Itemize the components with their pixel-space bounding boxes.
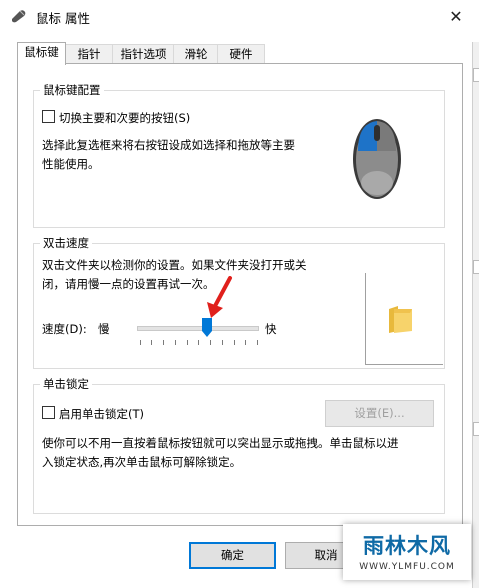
tab-wheel[interactable]: 滑轮 [173,44,219,64]
click-lock-description: 使你可以不用一直按着鼠标按钮就可以突出显示或拖拽。单击鼠标以进 入锁定状态,再次… [42,436,399,469]
window-title: 鼠标 属性 [36,11,90,26]
checkbox-box[interactable] [42,110,55,123]
mouse-illustration [353,119,401,199]
switch-buttons-checkbox[interactable]: 切换主要和次要的按钮(S) [42,110,190,126]
switch-buttons-label: 切换主要和次要的按钮(S) [59,111,191,125]
checkbox-box[interactable] [42,406,55,419]
double-click-description: 双击文件夹以检测你的设置。如果文件夹没打开或关 闭，请用慢一点的设置再试一次。 [42,258,307,291]
background-window-edge [472,42,479,588]
watermark-logo: 雨林木风 WWW.YLMFU.COM [343,524,471,580]
speed-slider-track[interactable] [137,326,259,331]
speed-label: 速度(D): [42,322,87,336]
click-lock-title: 单击锁定 [40,376,92,392]
double-click-title: 双击速度 [40,235,92,251]
click-lock-label: 启用单击锁定(T) [59,407,144,421]
ok-button[interactable]: 确定 [189,542,276,569]
slow-label: 慢 [98,322,110,336]
tab-pointers[interactable]: 指针 [64,44,114,64]
tab-hardware[interactable]: 硬件 [217,44,265,64]
fast-label: 快 [265,322,277,336]
tab-pointer-options[interactable]: 指针选项 [112,44,175,64]
test-folder-area[interactable] [365,273,443,365]
speed-slider-thumb[interactable] [202,318,212,337]
button-config-description: 选择此复选框来将右按钮设成如选择和拖放等主要 性能使用。 [42,138,295,171]
close-button[interactable]: ✕ [433,0,479,32]
mouse-icon [12,10,26,23]
title-bar: 鼠标 属性 ✕ [0,0,479,32]
slider-ticks [140,340,258,345]
tab-buttons[interactable]: 鼠标键 [17,42,66,65]
click-lock-checkbox[interactable]: 启用单击锁定(T) [42,406,144,422]
button-config-title: 鼠标键配置 [40,82,104,98]
close-icon: ✕ [449,6,463,26]
annotation-arrow-icon [207,276,232,318]
folder-icon[interactable] [386,303,416,335]
click-lock-settings-button[interactable]: 设置(E)... [325,400,434,427]
